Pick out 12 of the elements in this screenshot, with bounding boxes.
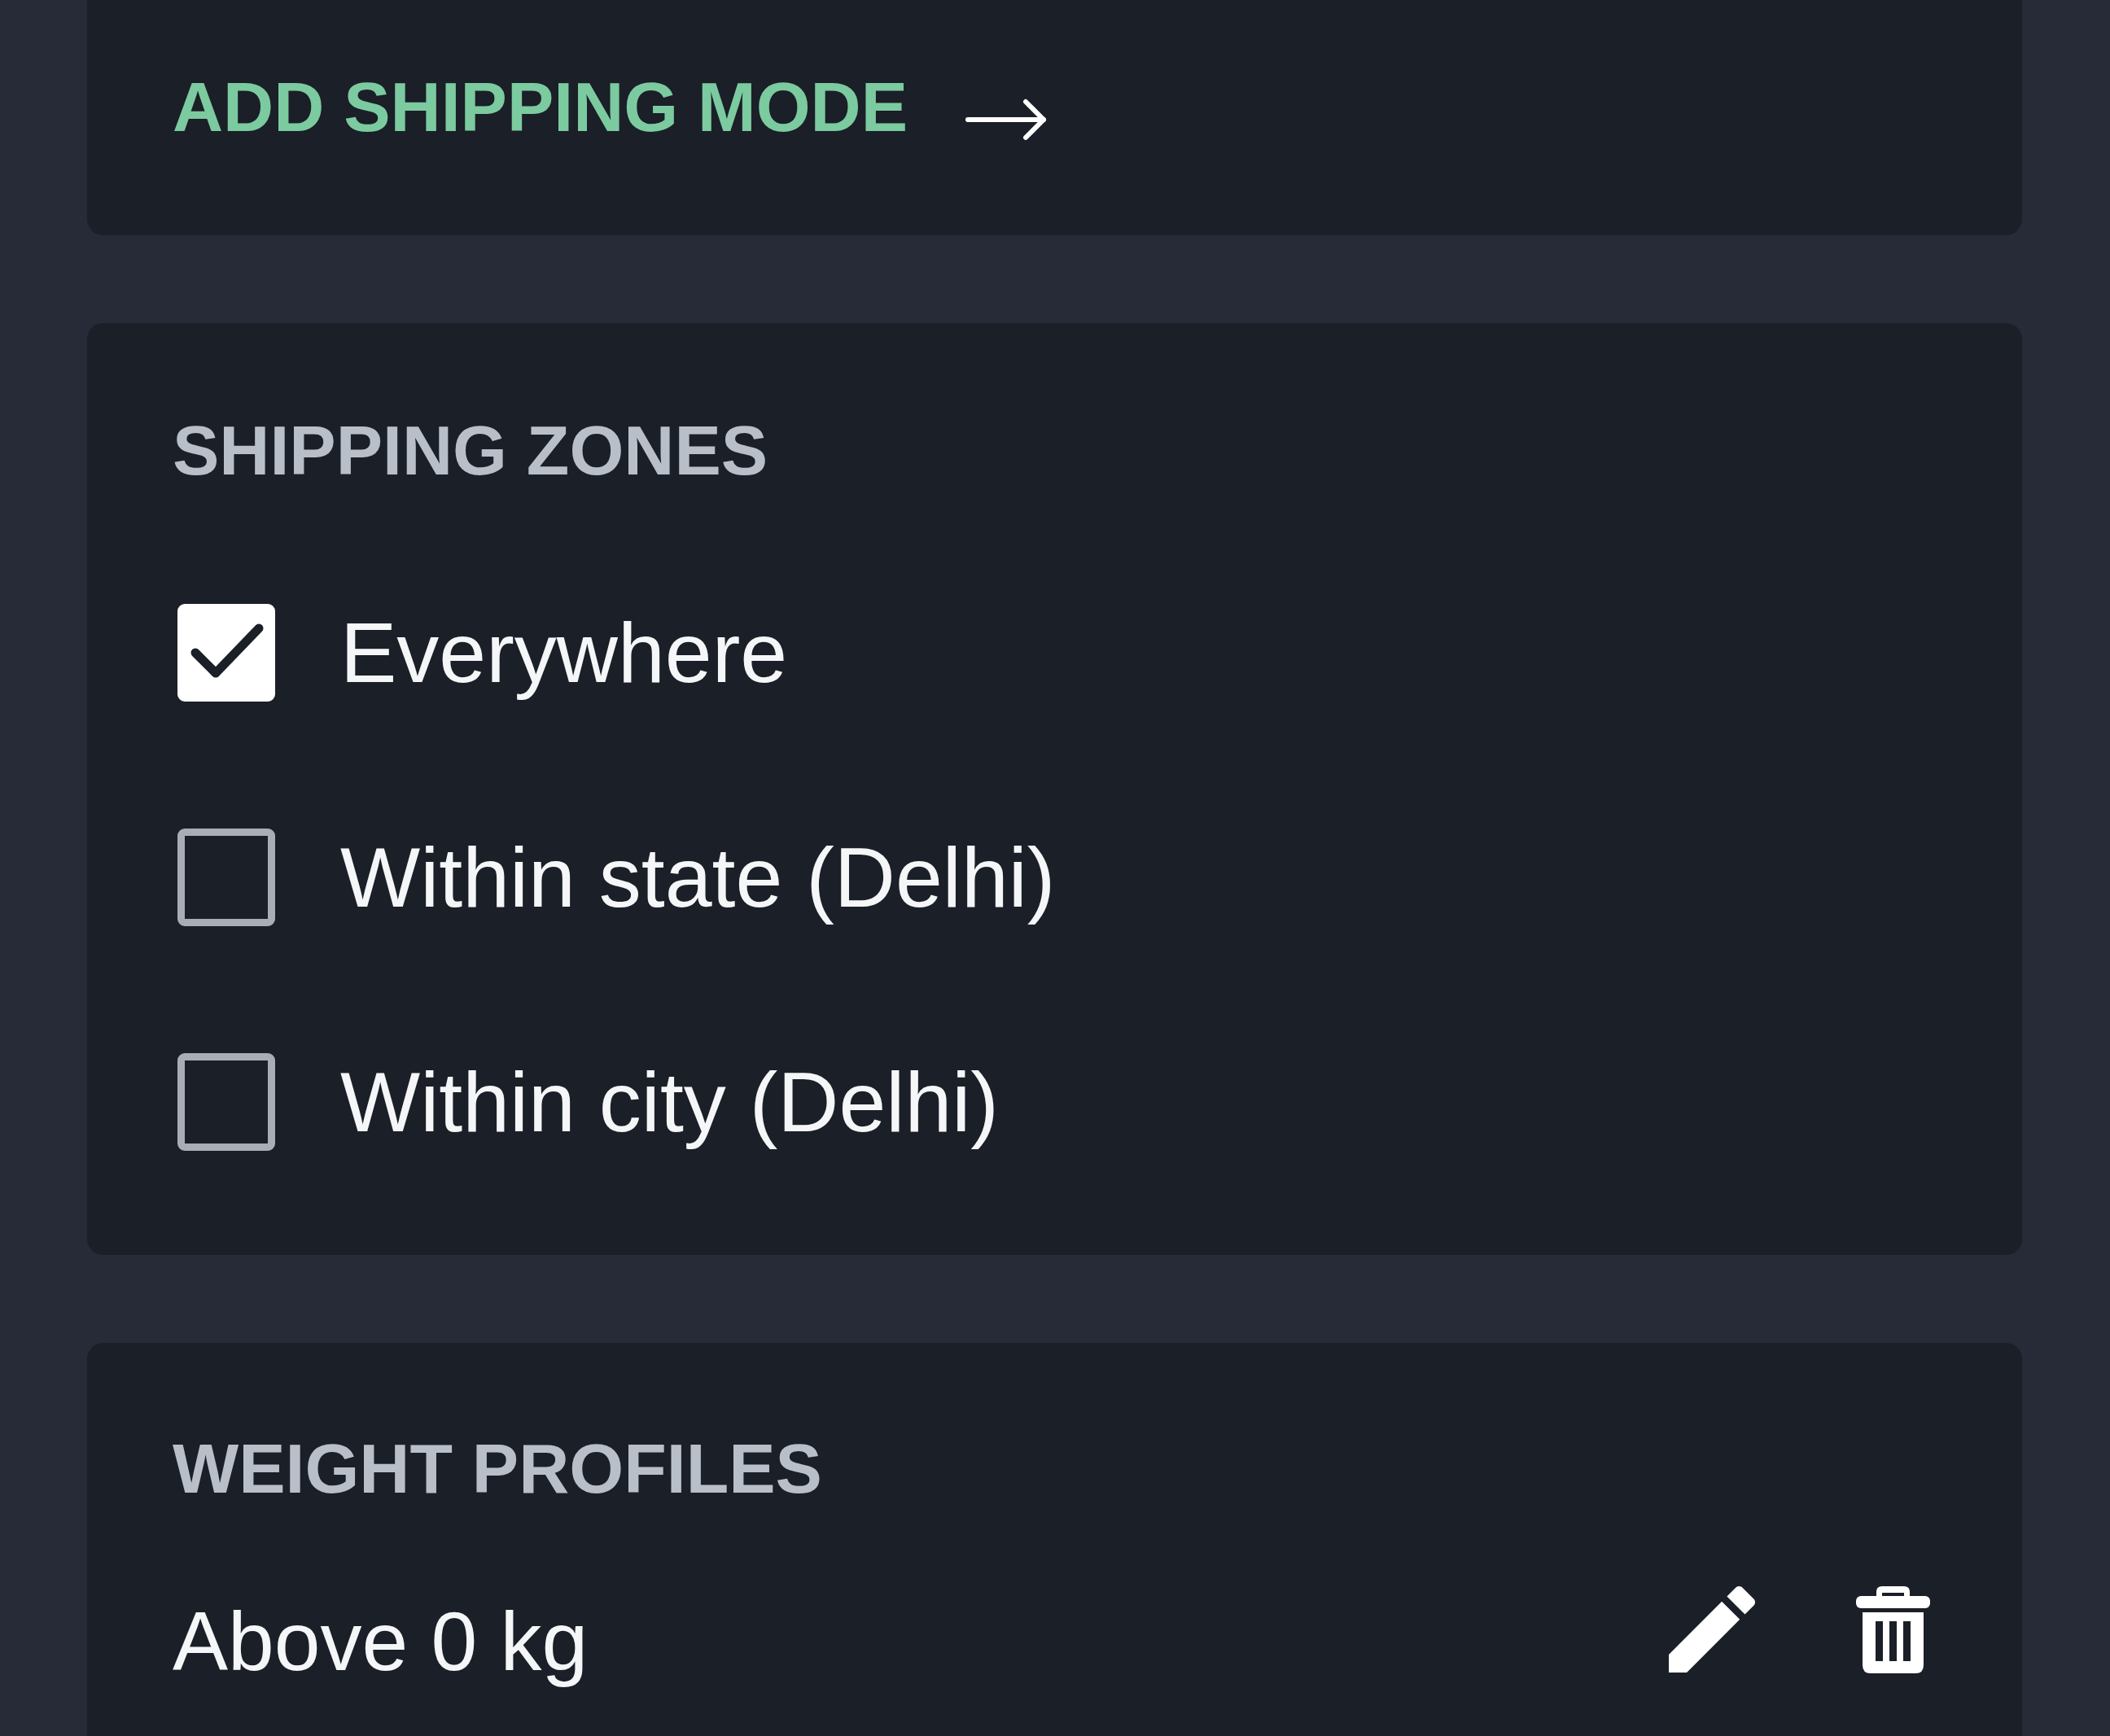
section-heading: SHIPPING ZONES: [173, 410, 769, 491]
checkbox[interactable]: [177, 829, 275, 926]
checkbox[interactable]: [177, 1053, 275, 1151]
checkbox-label[interactable]: Within city (Delhi): [340, 1053, 999, 1151]
add-shipping-mode-link[interactable]: ADD SHIPPING MODE: [173, 67, 1048, 147]
checkbox-label[interactable]: Everywhere: [340, 604, 788, 702]
pencil-icon[interactable]: [1669, 1586, 1755, 1673]
profile-name: Above 0 kg: [173, 1594, 589, 1690]
checkbox-label[interactable]: Within state (Delhi): [340, 829, 1056, 926]
arrow-icon: [965, 97, 1048, 142]
trash-icon[interactable]: [1856, 1585, 1930, 1673]
section-heading: WEIGHT PROFILES: [173, 1428, 823, 1509]
